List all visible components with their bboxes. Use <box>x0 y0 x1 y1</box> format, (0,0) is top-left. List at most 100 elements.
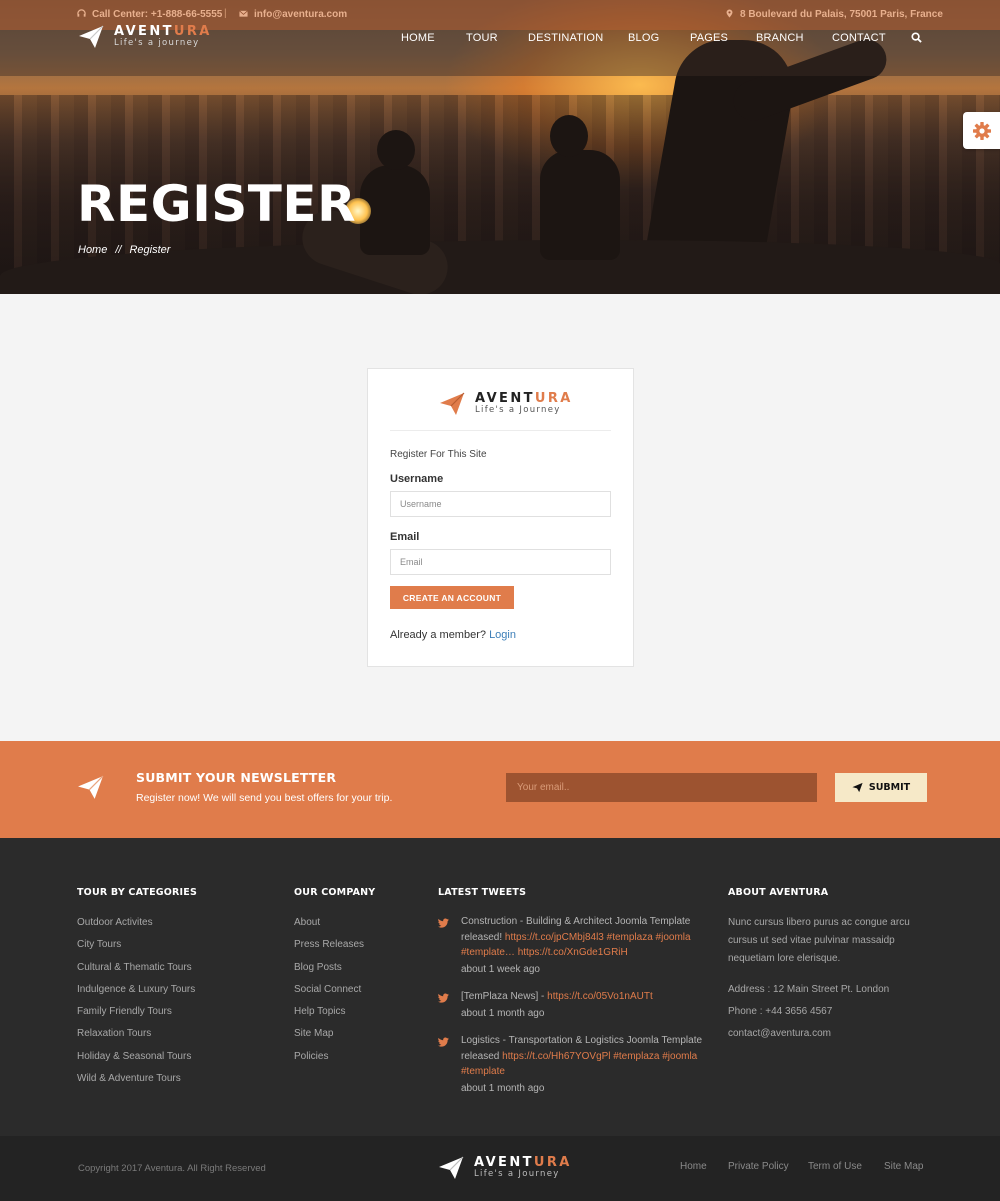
already-member-text: Already a member? Login <box>390 629 516 641</box>
gear-icon <box>972 121 991 140</box>
brand-name-part2: URA <box>173 24 212 39</box>
bottom-link-sitemap[interactable]: Site Map <box>884 1161 923 1172</box>
hero-banner: Call Center: +1-888-66-5555 | info@avent… <box>0 0 1000 294</box>
nav-contact[interactable]: CONTACT <box>832 32 886 44</box>
nav-branch[interactable]: BRANCH <box>756 32 804 44</box>
username-label: Username <box>390 473 444 485</box>
footer-about-title: ABOUT AVENTURA <box>728 887 829 898</box>
tweet-time: about 1 month ago <box>461 1082 545 1094</box>
newsletter-email-input[interactable] <box>506 773 817 802</box>
nav-blog[interactable]: BLOG <box>628 32 659 44</box>
bottom-link-privacy[interactable]: Private Policy <box>728 1161 789 1172</box>
newsletter-description: Register now! We will send you best offe… <box>136 792 393 804</box>
form-divider <box>390 430 611 431</box>
page-title: REGISTER <box>77 175 357 233</box>
nav-tour[interactable]: TOUR <box>466 32 498 44</box>
footer-categories-list: Outdoor Activites City Tours Cultural & … <box>77 917 195 1095</box>
footer-link[interactable]: Indulgence & Luxury Tours <box>77 984 195 1006</box>
paper-plane-icon <box>440 392 465 415</box>
brand-name: AVENTURA <box>475 392 573 405</box>
bottom-link-home[interactable]: Home <box>680 1161 707 1172</box>
footer-link[interactable]: Cultural & Thematic Tours <box>77 962 195 984</box>
footer-categories-title: TOUR BY CATEGORIES <box>77 887 198 898</box>
email-input[interactable] <box>390 549 611 575</box>
call-center: Call Center: +1-888-66-5555 <box>77 9 222 20</box>
login-link[interactable]: Login <box>489 629 516 641</box>
footer-phone: Phone : +44 3656 4567 <box>728 1006 833 1017</box>
topbar-address-text: 8 Boulevard du Palais, 75001 Paris, Fran… <box>740 9 943 20</box>
brand-tagline: Life's a Journey <box>474 1169 560 1179</box>
tweet-body: Logistics - Transportation & Logistics J… <box>461 1033 711 1096</box>
topbar-email[interactable]: info@aventura.com <box>239 9 347 20</box>
footer-link[interactable]: Press Releases <box>294 939 364 961</box>
create-account-button[interactable]: CREATE AN ACCOUNT <box>390 586 514 609</box>
footer-link[interactable]: Relaxation Tours <box>77 1028 195 1050</box>
topbar-address: 8 Boulevard du Palais, 75001 Paris, Fran… <box>725 9 943 20</box>
brand-name-part1: AVENT <box>114 24 174 39</box>
header-logo[interactable]: AVENTURA Life's a journey <box>78 25 212 49</box>
twitter-icon <box>438 918 449 928</box>
nav-pages[interactable]: PAGES <box>690 32 728 44</box>
settings-panel-toggle[interactable] <box>963 112 1000 149</box>
tweet-time: about 1 month ago <box>461 1007 545 1019</box>
paper-plane-icon <box>78 775 104 799</box>
breadcrumb-current: Register <box>129 244 171 256</box>
form-logo: AVENTURA Life's a Journey <box>439 392 573 416</box>
username-input[interactable] <box>390 491 611 517</box>
form-subtitle: Register For This Site <box>390 449 487 460</box>
tweet-text: [TemPlaza News] - <box>461 991 545 1002</box>
footer-address: Address : 12 Main Street Pt. London <box>728 984 890 995</box>
call-center-text: Call Center: +1-888-66-5555 <box>92 9 223 20</box>
email-label: Email <box>390 531 420 543</box>
woman-head-silhouette <box>377 130 415 170</box>
footer-link[interactable]: City Tours <box>77 939 195 961</box>
paper-plane-icon <box>439 1156 464 1179</box>
footer-link[interactable]: Wild & Adventure Tours <box>77 1073 195 1095</box>
tweet-body: Construction - Building & Architect Joom… <box>461 914 711 977</box>
newsletter-section: SUBMIT YOUR NEWSLETTER Register now! We … <box>0 741 1000 838</box>
brand-name-part1: AVENT <box>475 391 535 406</box>
brand-name-part2: URA <box>534 391 573 406</box>
brand-name: AVENTURA <box>474 1156 572 1169</box>
already-member-label: Already a member? <box>390 629 486 641</box>
newsletter-submit-button[interactable]: SUBMIT <box>835 773 927 802</box>
nav-home[interactable]: HOME <box>401 32 435 44</box>
brand-tagline: Life's a journey <box>114 38 200 48</box>
footer-link[interactable]: Policies <box>294 1051 364 1073</box>
headset-icon <box>77 9 86 17</box>
bottom-link-terms[interactable]: Term of Use <box>808 1161 862 1172</box>
footer-logo[interactable]: AVENTURA Life's a Journey <box>438 1156 572 1180</box>
search-icon[interactable] <box>911 32 922 43</box>
brand-name: AVENTURA <box>114 25 212 38</box>
breadcrumb: Home // Register <box>78 244 170 256</box>
footer-company-list: About Press Releases Blog Posts Social C… <box>294 917 364 1073</box>
twitter-icon <box>438 993 449 1003</box>
footer-link[interactable]: Holiday & Seasonal Tours <box>77 1051 195 1073</box>
footer-link[interactable]: Blog Posts <box>294 962 364 984</box>
footer-link[interactable]: About <box>294 917 364 939</box>
breadcrumb-separator: // <box>115 244 122 256</box>
topbar-separator: | <box>224 8 227 19</box>
footer-link[interactable]: Family Friendly Tours <box>77 1006 195 1028</box>
tweet-time: about 1 week ago <box>461 963 540 975</box>
brand-name-part2: URA <box>533 1155 572 1170</box>
paper-plane-icon <box>852 782 863 793</box>
envelope-icon <box>239 10 248 17</box>
topbar-email-text: info@aventura.com <box>254 9 348 20</box>
footer: TOUR BY CATEGORIES Outdoor Activites Cit… <box>0 838 1000 1136</box>
newsletter-title: SUBMIT YOUR NEWSLETTER <box>136 770 337 785</box>
brand-tagline: Life's a Journey <box>475 405 561 415</box>
footer-link[interactable]: Social Connect <box>294 984 364 1006</box>
footer-link[interactable]: Outdoor Activites <box>77 917 195 939</box>
copyright-text: Copyright 2017 Aventura. All Right Reser… <box>78 1163 266 1174</box>
paper-plane-icon <box>79 25 104 48</box>
footer-about-text: Nunc cursus libero purus ac congue arcu … <box>728 917 910 964</box>
footer-link[interactable]: Help Topics <box>294 1006 364 1028</box>
tweet-links[interactable]: https://t.co/05Vo1nAUTt <box>547 991 653 1002</box>
breadcrumb-home[interactable]: Home <box>78 244 107 256</box>
footer-link[interactable]: Site Map <box>294 1028 364 1050</box>
footer-email[interactable]: contact@aventura.com <box>728 1028 831 1039</box>
nav-destination[interactable]: DESTINATION <box>528 32 603 44</box>
footer-company-title: OUR COMPANY <box>294 887 376 898</box>
register-form-card: AVENTURA Life's a Journey Register For T… <box>367 368 634 667</box>
